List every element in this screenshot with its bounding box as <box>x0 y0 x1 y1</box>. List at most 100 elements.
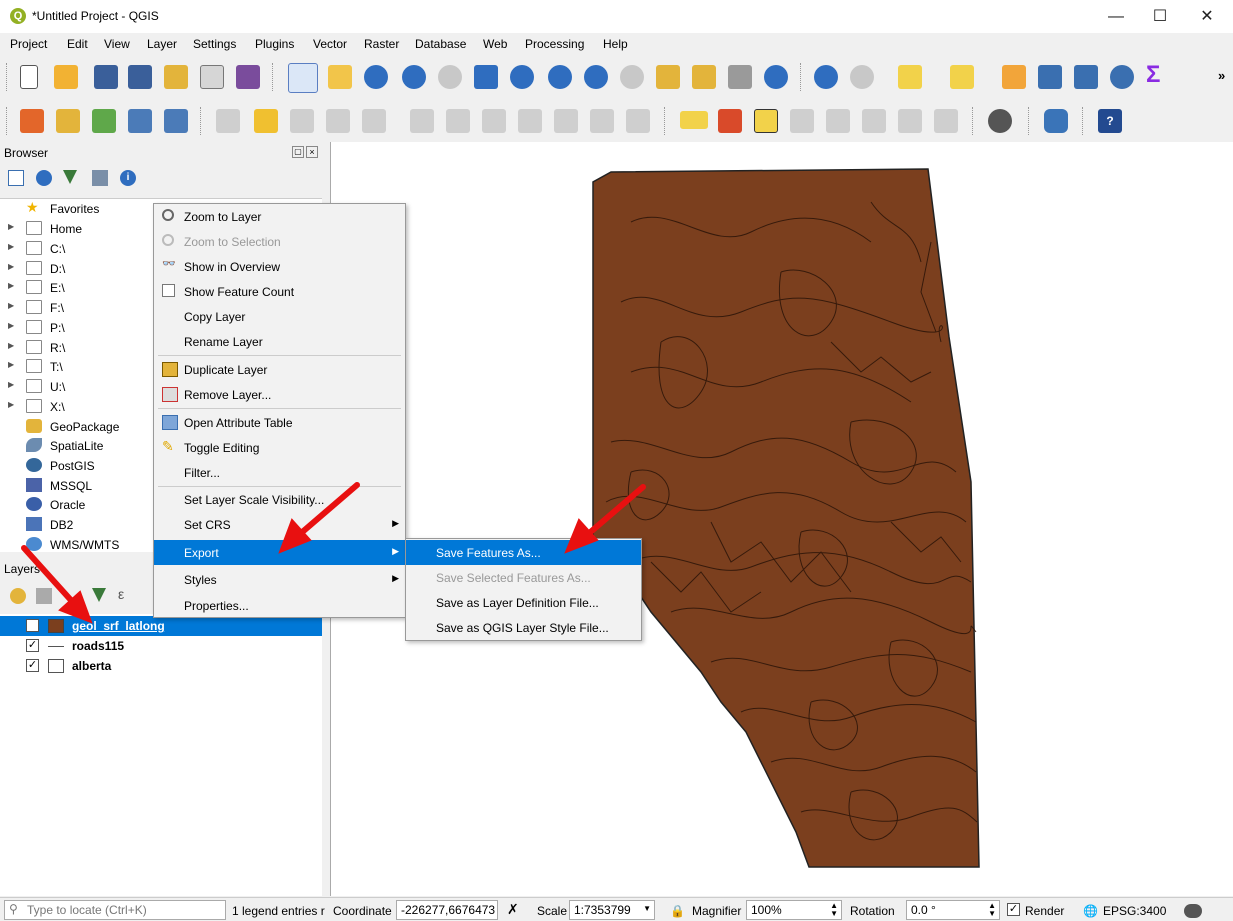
rotate-label-icon[interactable] <box>898 109 922 133</box>
add-vector-layer-icon[interactable] <box>92 109 116 133</box>
select-features-icon[interactable] <box>898 65 922 89</box>
menu-vector[interactable]: Vector <box>313 37 347 51</box>
expand-arrow-icon[interactable]: ▶ <box>8 262 14 271</box>
close-panel-icon[interactable]: × <box>306 146 318 158</box>
move-label-icon[interactable] <box>862 109 886 133</box>
menu-item-styles[interactable]: Styles ▶ <box>154 567 405 592</box>
identify-icon[interactable] <box>814 65 838 89</box>
data-source-manager-icon[interactable] <box>20 109 44 133</box>
menu-item-copy-layer[interactable]: Copy Layer <box>154 304 405 329</box>
render-checkbox[interactable]: ✓ <box>1007 903 1020 916</box>
zoom-last-icon[interactable] <box>584 65 608 89</box>
layer-row-geol[interactable]: ✓ geol_srf_latlong <box>0 616 322 636</box>
menu-database[interactable]: Database <box>415 37 466 51</box>
menu-plugins[interactable]: Plugins <box>255 37 294 51</box>
checkbox-icon[interactable] <box>162 284 175 297</box>
menu-item-export[interactable]: Export ▶ <box>154 540 405 565</box>
menu-item-save-features-as[interactable]: Save Features As... <box>406 540 641 565</box>
float-panel-icon[interactable]: ▢ <box>292 146 304 158</box>
vertex-tool-icon[interactable] <box>362 109 386 133</box>
metasearch-icon[interactable] <box>988 109 1012 133</box>
new-shapefile-icon[interactable] <box>128 109 152 133</box>
menu-settings[interactable]: Settings <box>193 37 236 51</box>
layer-row-roads[interactable]: ✓ roads115 <box>0 636 322 656</box>
paste-features-icon[interactable] <box>554 109 578 133</box>
spinbox-arrows-icon[interactable]: ▲ ▼ <box>988 902 996 918</box>
new-project-icon[interactable] <box>20 65 38 89</box>
layer-row-alberta[interactable]: ✓ alberta <box>0 656 322 676</box>
menu-item-filter[interactable]: Filter... <box>154 460 405 485</box>
save-as-icon[interactable] <box>128 65 152 89</box>
redo-icon[interactable] <box>626 109 650 133</box>
menu-item-show-in-overview[interactable]: 👓 Show in Overview <box>154 254 405 279</box>
menu-item-zoom-to-layer[interactable]: Zoom to Layer <box>154 204 405 229</box>
layer-visibility-checkbox[interactable]: ✓ <box>26 619 39 632</box>
zoom-in-icon[interactable] <box>364 65 388 89</box>
menu-item-toggle-editing[interactable]: ✎ Toggle Editing <box>154 435 405 460</box>
deselect-icon[interactable] <box>1002 65 1026 89</box>
expand-arrow-icon[interactable]: ▶ <box>8 341 14 350</box>
menu-item-set-crs[interactable]: Set CRS ▶ <box>154 512 405 537</box>
menu-processing[interactable]: Processing <box>525 37 584 51</box>
collapse-all-icon[interactable] <box>92 170 108 186</box>
show-hide-label-icon[interactable] <box>826 109 850 133</box>
label-toolbar-icon[interactable] <box>680 111 708 129</box>
menu-edit[interactable]: Edit <box>67 37 88 51</box>
pan-to-selection-icon[interactable] <box>328 65 352 89</box>
expand-arrow-icon[interactable]: ▶ <box>8 380 14 389</box>
minimize-icon[interactable]: — <box>1093 0 1139 33</box>
save-edits-icon[interactable] <box>290 109 314 133</box>
refresh-icon[interactable] <box>764 65 788 89</box>
lock-scale-icon[interactable]: 🔒 <box>670 904 685 918</box>
menu-item-show-feature-count[interactable]: Show Feature Count <box>154 279 405 304</box>
style-manager-icon[interactable] <box>236 65 260 89</box>
filter-legend-icon[interactable] <box>92 588 106 602</box>
bookmark-icon[interactable] <box>728 65 752 89</box>
label-pin-icon[interactable] <box>754 109 778 133</box>
field-calculator-icon[interactable] <box>1074 65 1098 89</box>
attribute-table-icon[interactable] <box>1038 65 1062 89</box>
menu-item-open-attribute-table[interactable]: Open Attribute Table <box>154 410 405 435</box>
zoom-next-icon[interactable] <box>620 65 644 89</box>
zoom-out-icon[interactable] <box>402 65 426 89</box>
help-icon[interactable]: ? <box>1098 109 1122 133</box>
zoom-native-icon[interactable] <box>438 65 462 89</box>
filter-expression-icon[interactable]: ε <box>118 586 124 602</box>
menu-item-remove-layer[interactable]: Remove Layer... <box>154 382 405 407</box>
map-canvas[interactable] <box>330 142 1233 896</box>
spinbox-arrows-icon[interactable]: ▲ ▼ <box>830 902 838 918</box>
scale-combobox[interactable]: 1:7353799 ▼ <box>569 900 655 920</box>
add-selected-layers-icon[interactable] <box>8 170 24 186</box>
diagram-options-icon[interactable] <box>718 109 742 133</box>
magnifier-spinbox[interactable]: 100% ▲ ▼ <box>746 900 842 920</box>
menu-item-zoom-to-selection[interactable]: Zoom to Selection <box>154 229 405 254</box>
layer-visibility-checkbox[interactable]: ✓ <box>26 659 39 672</box>
menu-web[interactable]: Web <box>483 37 507 51</box>
new-map-view-icon[interactable] <box>656 65 680 89</box>
style-panel-icon[interactable] <box>10 588 26 604</box>
layout-manager-icon[interactable] <box>200 65 224 89</box>
new-print-layout-icon[interactable] <box>164 65 188 89</box>
expand-arrow-icon[interactable]: ▶ <box>8 400 14 409</box>
add-layer-icon[interactable] <box>164 109 188 133</box>
undo-icon[interactable] <box>590 109 614 133</box>
identify-dropdown-icon[interactable] <box>850 65 874 89</box>
toggle-extents-icon[interactable]: ✗ <box>507 901 519 918</box>
coordinate-field[interactable]: -226277,6676473 <box>396 900 498 920</box>
cut-features-icon[interactable] <box>482 109 506 133</box>
expand-arrow-icon[interactable]: ▶ <box>8 360 14 369</box>
menu-item-duplicate-layer[interactable]: Duplicate Layer <box>154 357 405 382</box>
menu-project[interactable]: Project <box>10 37 47 51</box>
python-console-icon[interactable] <box>1044 109 1068 133</box>
delete-selected-icon[interactable] <box>446 109 470 133</box>
toggle-editing-icon[interactable] <box>254 109 278 133</box>
new-3d-view-icon[interactable] <box>692 65 716 89</box>
statistics-sum-icon[interactable]: Σ <box>1146 61 1160 89</box>
menu-item-properties[interactable]: Properties... <box>154 593 405 618</box>
crs-button[interactable]: EPSG:3400 <box>1103 904 1166 918</box>
dropdown-arrow-icon[interactable]: ▼ <box>643 904 651 913</box>
expand-arrow-icon[interactable]: ▶ <box>8 321 14 330</box>
highlight-label-icon[interactable] <box>790 109 814 133</box>
menu-item-rename-layer[interactable]: Rename Layer <box>154 329 405 354</box>
zoom-to-selection-icon[interactable] <box>510 65 534 89</box>
